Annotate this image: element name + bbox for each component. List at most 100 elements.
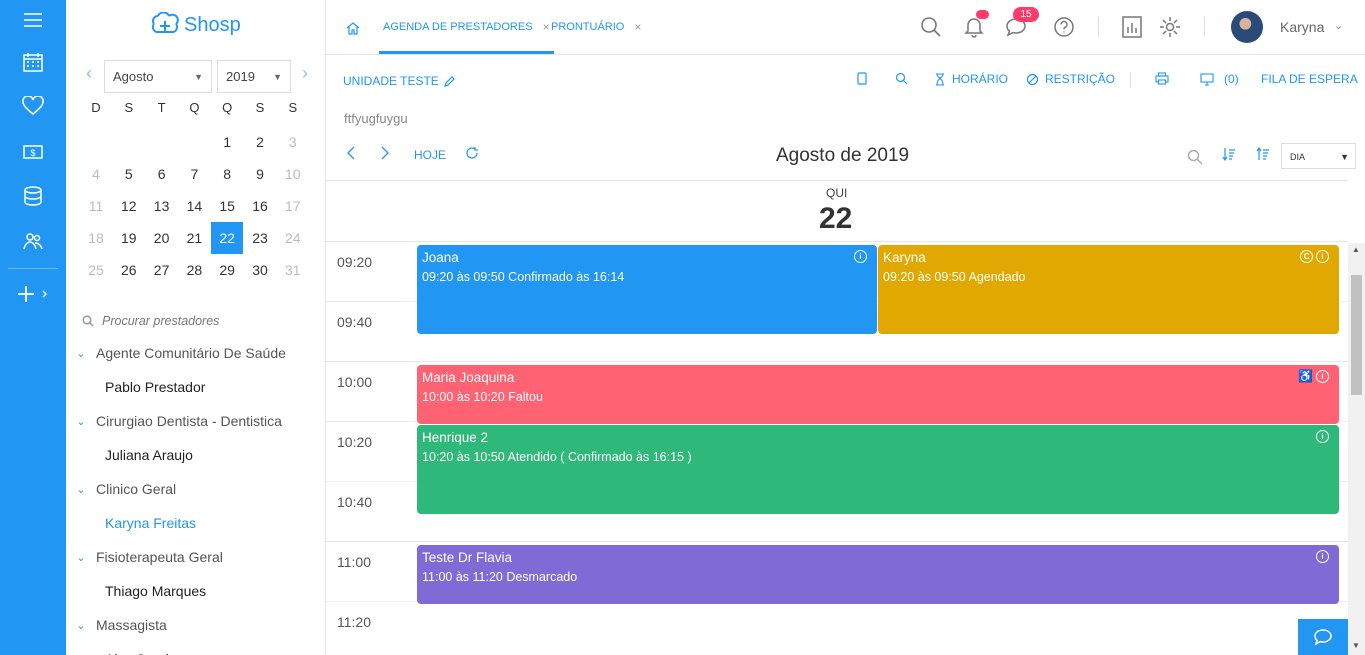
calendar-day[interactable]: 31	[277, 254, 309, 286]
info-icon[interactable]: i	[1316, 370, 1329, 383]
sort-desc-icon[interactable]	[1256, 146, 1270, 164]
gear-icon[interactable]	[1159, 16, 1181, 43]
tab-agenda[interactable]: AGENDA DE PRESTADORES ×	[379, 0, 554, 54]
reports-icon[interactable]	[1122, 16, 1142, 43]
info-icon[interactable]: i	[1316, 250, 1329, 263]
provider-item[interactable]: Thiago Marques	[74, 574, 324, 608]
scrollbar-thumb[interactable]	[1351, 275, 1362, 395]
prev-month-icon[interactable]: ‹	[86, 63, 92, 84]
next-icon[interactable]	[380, 146, 390, 163]
calendar-day[interactable]: 28	[178, 254, 210, 286]
scroll-up-icon[interactable]: ▲	[1352, 245, 1360, 254]
calendar-day[interactable]: 6	[146, 158, 178, 190]
horario-button[interactable]: HORÁRIO	[934, 72, 1008, 86]
mobile-icon[interactable]	[857, 72, 867, 85]
provider-group[interactable]: ⌄ Fisioterapeuta Geral	[74, 540, 324, 574]
calendar-day[interactable]: 5	[113, 158, 145, 190]
provider-group[interactable]: ⌄ Massagista	[74, 608, 324, 642]
calendar-day[interactable]: 2	[244, 126, 276, 158]
calendar-icon[interactable]	[0, 42, 66, 82]
month-select[interactable]: Agosto ▼	[104, 60, 212, 93]
provider-group[interactable]: ⌄ Cirurgiao Dentista - Dentistica	[74, 404, 324, 438]
info-icon[interactable]: i	[1316, 550, 1329, 563]
calendar-day[interactable]: 21	[178, 222, 210, 254]
prev-icon[interactable]	[346, 146, 356, 163]
copyright-icon[interactable]: C	[1300, 250, 1313, 263]
search-icon[interactable]	[920, 16, 942, 43]
chevron-down-icon[interactable]: ⌄	[1334, 19, 1343, 32]
year-select[interactable]: 2019 ▼	[217, 60, 291, 93]
calendar-day[interactable]: 22	[211, 222, 244, 254]
calendar-day[interactable]: 4	[80, 158, 112, 190]
calendar-day[interactable]: 29	[211, 254, 243, 286]
event-teste-dr-flavia[interactable]: Teste Dr Flavia 11:00 às 11:20 Desmarcad…	[417, 545, 1339, 604]
provider-search[interactable]: Procurar prestadores	[82, 314, 219, 328]
home-icon[interactable]	[346, 22, 360, 40]
calendar-day[interactable]: 30	[244, 254, 276, 286]
search-icon[interactable]	[1187, 149, 1203, 168]
add-icon[interactable]	[0, 274, 66, 314]
provider-item[interactable]: Juliana Araujo	[74, 438, 324, 472]
calendar-day[interactable]: 16	[244, 190, 276, 222]
event-joana[interactable]: Joana 09:20 às 09:50 Confirmado às 16:14…	[417, 245, 877, 334]
tab-prontuario[interactable]: PRONTUÁRIO ×	[551, 0, 641, 54]
calendar-day[interactable]: 11	[80, 190, 112, 222]
calendar-day[interactable]: 14	[178, 190, 210, 222]
calendar-day[interactable]: 23	[244, 222, 276, 254]
provider-group[interactable]: ⌄ Clinico Geral	[74, 472, 324, 506]
calendar-day[interactable]: 20	[146, 222, 178, 254]
calendar-day[interactable]: 1	[211, 126, 243, 158]
calendar-day[interactable]: 10	[277, 158, 309, 190]
info-icon[interactable]: i	[854, 250, 867, 263]
calendar-day[interactable]: 8	[211, 158, 243, 190]
provider-item[interactable]: Pablo Prestador	[74, 370, 324, 404]
calendar-day[interactable]: 7	[178, 158, 210, 190]
avatar[interactable]	[1231, 11, 1263, 43]
calendar-day[interactable]: 9	[244, 158, 276, 190]
refresh-icon[interactable]	[465, 146, 479, 163]
money-icon[interactable]: $	[0, 132, 66, 172]
waiting-count[interactable]: (0)	[1200, 72, 1239, 86]
provider-group[interactable]: ⌄ Agente Comunitário De Saúde	[74, 336, 324, 370]
event-maria-joaquina[interactable]: Maria Joaquina 10:00 às 10:20 Faltou ♿ i	[417, 365, 1339, 424]
provider-item[interactable]: Karyna Freitas	[74, 506, 324, 540]
calendar-day[interactable]: 25	[80, 254, 112, 286]
close-icon[interactable]: ×	[543, 20, 550, 34]
help-icon[interactable]	[1053, 16, 1075, 43]
database-icon[interactable]	[0, 176, 66, 216]
logo[interactable]: Shosp	[150, 10, 241, 40]
event-karyna[interactable]: Karyna 09:20 às 09:50 Agendado Ci	[878, 245, 1339, 334]
calendar-day[interactable]: 19	[113, 222, 145, 254]
close-icon[interactable]: ×	[634, 20, 641, 34]
scroll-down-icon[interactable]: ▼	[1352, 641, 1360, 650]
user-name[interactable]: Karyna	[1280, 19, 1324, 35]
next-month-icon[interactable]: ›	[302, 63, 308, 84]
wheelchair-icon[interactable]: ♿	[1298, 370, 1313, 383]
provider-item[interactable]: Alex Sandro	[74, 642, 324, 655]
restricao-button[interactable]: RESTRIÇÃO	[1026, 72, 1115, 86]
sort-asc-icon[interactable]	[1222, 147, 1236, 164]
calendar-day[interactable]: 27	[146, 254, 178, 286]
calendar-day[interactable]: 12	[113, 190, 145, 222]
scrollbar[interactable]: ▲ ▼	[1348, 243, 1365, 655]
print-icon[interactable]	[1155, 72, 1169, 85]
calendar-day[interactable]: 17	[277, 190, 309, 222]
calendar-day[interactable]: 26	[113, 254, 145, 286]
calendar-day[interactable]: 18	[80, 222, 112, 254]
search-icon[interactable]	[895, 72, 908, 85]
unit-selector[interactable]: UNIDADE TESTE	[343, 74, 455, 88]
users-icon[interactable]	[0, 222, 66, 262]
heart-icon[interactable]	[0, 86, 66, 126]
calendar-day[interactable]: 15	[211, 190, 243, 222]
bell-icon[interactable]	[964, 16, 984, 43]
info-icon[interactable]: i	[1316, 430, 1329, 443]
menu-icon[interactable]	[0, 0, 66, 40]
view-select[interactable]: DIA ▼	[1281, 143, 1356, 169]
fila-espera-button[interactable]: FILA DE ESPERA	[1261, 72, 1358, 86]
today-button[interactable]: HOJE	[414, 148, 446, 162]
event-henrique[interactable]: Henrique 2 10:20 às 10:50 Atendido ( Con…	[417, 425, 1339, 514]
calendar-day[interactable]: 24	[277, 222, 309, 254]
calendar-day[interactable]: 13	[146, 190, 178, 222]
chat-button[interactable]	[1298, 619, 1348, 655]
time-slot[interactable]: 11:20	[326, 601, 1348, 655]
